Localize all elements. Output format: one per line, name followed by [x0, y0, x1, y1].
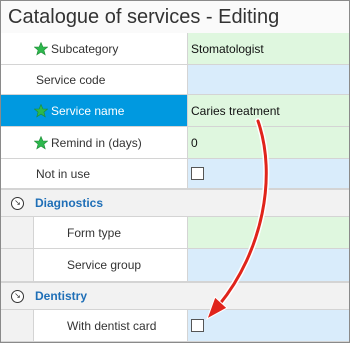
subcategory-row[interactable]: Subcategory Stomatologist	[1, 33, 349, 65]
with-dentist-card-checkbox[interactable]	[191, 319, 204, 332]
group-diagnostics[interactable]: ↘ Diagnostics	[1, 189, 349, 217]
required-star-icon	[34, 103, 48, 117]
remind-in-label: Remind in (days)	[51, 135, 142, 150]
service-group-row[interactable]: Service group	[1, 249, 349, 282]
form-type-row[interactable]: Form type	[1, 217, 349, 249]
collapse-circle-icon[interactable]: ↘	[11, 289, 24, 303]
with-dentist-card-label: With dentist card	[67, 318, 157, 333]
remind-in-field[interactable]: 0	[188, 127, 349, 159]
group-indent	[1, 217, 34, 248]
service-group-field[interactable]	[188, 249, 349, 282]
not-in-use-label: Not in use	[36, 166, 91, 181]
group-dentistry-label: Dentistry	[35, 289, 88, 303]
service-code-label: Service code	[36, 72, 106, 87]
group-indent	[1, 249, 34, 281]
service-code-row[interactable]: Service code	[1, 65, 349, 95]
subcategory-label: Subcategory	[51, 41, 119, 56]
collapse-circle-icon[interactable]: ↘	[11, 196, 24, 210]
required-star-icon	[34, 135, 48, 149]
form-type-field[interactable]	[188, 217, 349, 249]
group-dentistry[interactable]: ↘ Dentistry	[1, 282, 349, 310]
group-indent	[1, 310, 34, 341]
not-in-use-checkbox[interactable]	[191, 167, 204, 180]
service-name-label: Service name	[51, 103, 125, 118]
subcategory-field[interactable]: Stomatologist	[188, 33, 349, 65]
group-diagnostics-label: Diagnostics	[35, 196, 104, 210]
with-dentist-card-row[interactable]: With dentist card	[1, 310, 349, 342]
not-in-use-row[interactable]: Not in use	[1, 159, 349, 189]
service-name-field[interactable]: Caries treatment	[188, 95, 349, 127]
form-type-label: Form type	[67, 225, 122, 240]
required-star-icon	[34, 41, 48, 55]
editing-window: Catalogue of services - Editing Subcateg…	[0, 0, 350, 343]
service-name-row[interactable]: Service name Caries treatment	[1, 95, 349, 127]
remind-in-row[interactable]: Remind in (days) 0	[1, 127, 349, 159]
service-group-label: Service group	[67, 258, 142, 272]
service-code-field[interactable]	[188, 65, 349, 95]
window-title: Catalogue of services - Editing	[1, 1, 349, 34]
